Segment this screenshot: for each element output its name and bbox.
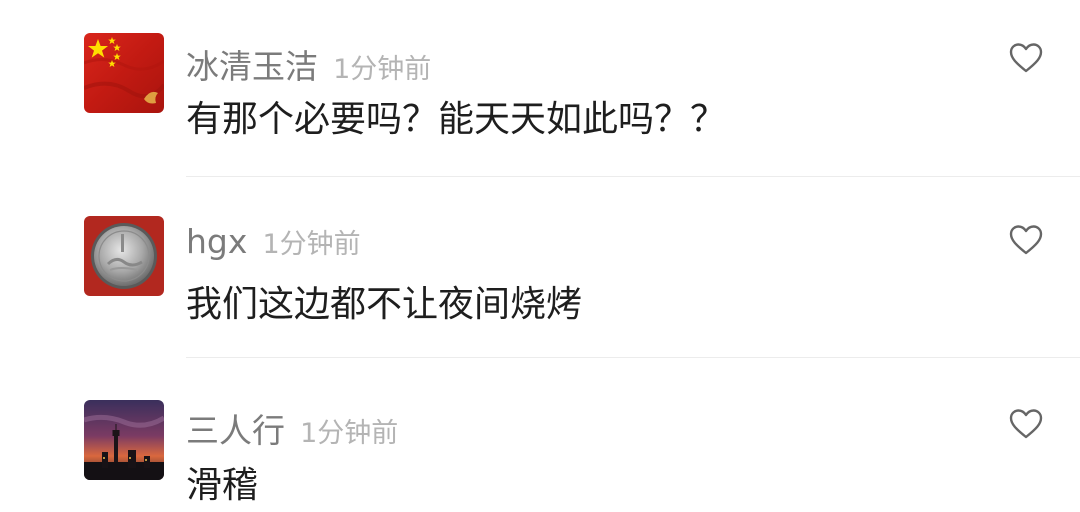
comment-meta: hgx 1分钟前 bbox=[186, 222, 361, 261]
username[interactable]: hgx bbox=[186, 222, 247, 261]
comment-item: 冰清玉洁 1分钟前 有那个必要吗？能天天如此吗？？ bbox=[0, 0, 1080, 176]
city-sunset-avatar-icon bbox=[84, 400, 164, 480]
user-avatar[interactable] bbox=[84, 216, 164, 296]
heart-outline-icon[interactable] bbox=[1008, 224, 1044, 256]
comment-item: 三人行 1分钟前 滑稽 bbox=[0, 358, 1080, 512]
heart-outline-icon[interactable] bbox=[1008, 408, 1044, 440]
china-flag-avatar-icon bbox=[84, 33, 164, 113]
heart-outline-icon[interactable] bbox=[1008, 42, 1044, 74]
comment-text: 有那个必要吗？能天天如此吗？？ bbox=[186, 99, 727, 140]
username[interactable]: 三人行 bbox=[186, 411, 285, 450]
timestamp: 1分钟前 bbox=[333, 54, 432, 85]
comment-meta: 冰清玉洁 1分钟前 bbox=[186, 40, 431, 88]
user-avatar[interactable] bbox=[84, 33, 164, 113]
user-avatar[interactable] bbox=[84, 400, 164, 480]
timestamp: 1分钟前 bbox=[262, 229, 361, 260]
comment-text: 我们这边都不让夜间烧烤 bbox=[186, 284, 583, 325]
coin-avatar-icon bbox=[84, 216, 164, 296]
username[interactable]: 冰清玉洁 bbox=[186, 47, 318, 86]
comment-meta: 三人行 1分钟前 bbox=[186, 404, 398, 452]
comment-item: hgx 1分钟前 我们这边都不让夜间烧烤 bbox=[0, 177, 1080, 357]
comment-text: 滑稽 bbox=[186, 465, 259, 506]
timestamp: 1分钟前 bbox=[300, 418, 399, 449]
